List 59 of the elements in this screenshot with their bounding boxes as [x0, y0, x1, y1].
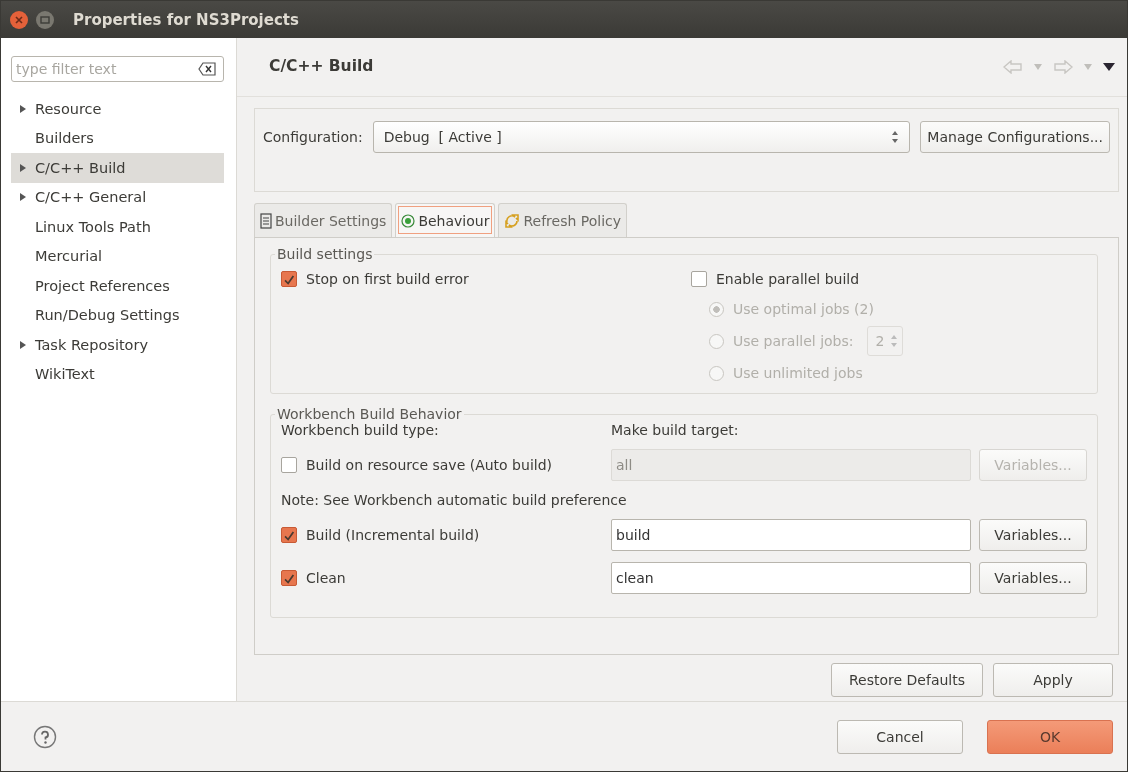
menu-icon[interactable]	[1103, 63, 1115, 71]
expand-arrow-icon[interactable]	[19, 339, 27, 350]
tab[interactable]: Refresh Policy	[498, 203, 628, 237]
tree-item[interactable]: Run/Debug Settings	[11, 300, 224, 330]
tree-item[interactable]: Task Repository	[11, 330, 224, 360]
expand-arrow-icon[interactable]	[19, 192, 27, 203]
expand-arrow-icon[interactable]	[19, 103, 27, 114]
checkbox[interactable]	[281, 270, 297, 287]
filter-field[interactable]: type filter text	[11, 56, 224, 82]
tree-item[interactable]: Mercurial	[11, 241, 224, 271]
checkbox[interactable]	[281, 570, 297, 586]
radio-label: Use unlimited jobs	[733, 365, 863, 381]
tree-item[interactable]: C/C++ Build	[11, 153, 224, 183]
checkbox-label: Build (Incremental build)	[306, 527, 480, 543]
radio-icon	[401, 213, 416, 228]
note-text: Note: See Workbench automatic build preference	[281, 492, 628, 508]
tree-item[interactable]: Linux Tools Path	[11, 212, 224, 242]
configuration-label: Configuration:	[263, 129, 363, 145]
group-title: Build settings	[276, 246, 374, 262]
tab[interactable]: Builder Settings	[254, 203, 393, 237]
checkbox-label: Stop on first build error	[306, 270, 469, 287]
close-icon[interactable]	[9, 9, 29, 30]
refresh-icon	[504, 212, 521, 229]
spinner-arrows-icon	[890, 334, 899, 348]
radio-label: Use parallel jobs:	[733, 333, 854, 349]
expand-arrow-icon[interactable]	[19, 162, 27, 173]
help-icon[interactable]	[33, 724, 57, 749]
checkbox-label: Enable parallel build	[716, 270, 860, 287]
checkbox-label: Clean	[306, 570, 346, 586]
build-target-field[interactable]: build	[611, 519, 971, 551]
checkbox[interactable]	[691, 270, 707, 287]
window-title: Properties for NS3Projects	[73, 10, 299, 29]
column-label: Workbench build type:	[281, 422, 440, 438]
cancel-button[interactable]: Cancel	[837, 719, 963, 754]
build-target-field[interactable]: clean	[611, 562, 971, 594]
list-icon	[260, 212, 272, 229]
variables-button[interactable]: Variables...	[979, 519, 1087, 551]
tree-item[interactable]: Project References	[11, 271, 224, 301]
column-label: Make build target:	[611, 422, 740, 438]
group-title: Workbench Build Behavior	[276, 406, 463, 422]
tree-item[interactable]: Builders	[11, 123, 224, 153]
checkbox[interactable]	[281, 527, 297, 543]
apply-button[interactable]: Apply	[993, 663, 1113, 697]
checkbox[interactable]	[281, 457, 297, 473]
tree-item[interactable]: C/C++ General	[11, 182, 224, 212]
clear-icon[interactable]	[198, 62, 216, 76]
tree-item[interactable]: Resource	[11, 94, 224, 124]
restore-defaults-button[interactable]: Restore Defaults	[831, 663, 983, 697]
spinner-arrows-icon	[891, 130, 900, 144]
radio-label: Use optimal jobs (2)	[733, 301, 874, 317]
checkbox-label: Build on resource save (Auto build)	[306, 457, 552, 473]
configuration-dropdown[interactable]: Debug [ Active ]	[372, 121, 911, 153]
minimize-icon[interactable]	[35, 9, 55, 30]
page-title: C/C++ Build	[269, 57, 374, 75]
manage-configurations-button[interactable]: Manage Configurations...	[920, 121, 1110, 153]
variables-button[interactable]: Variables...	[979, 562, 1087, 594]
tree-item[interactable]: WikiText	[11, 359, 224, 389]
tab[interactable]: Behaviour	[395, 203, 496, 237]
ok-button[interactable]: OK	[987, 719, 1113, 754]
